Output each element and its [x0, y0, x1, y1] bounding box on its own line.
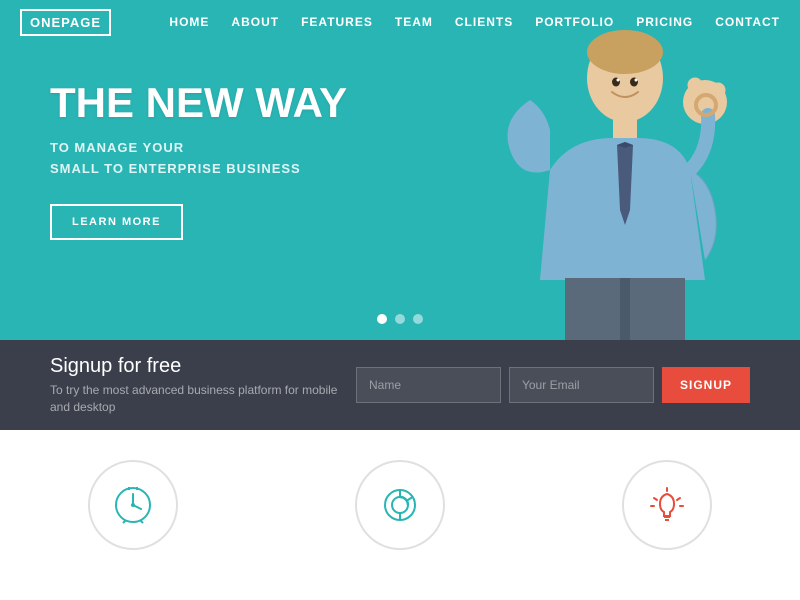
person-svg [470, 30, 730, 340]
hero-section: ONEPAGE HOME ABOUT FEATURES TEAM CLIENTS… [0, 0, 800, 340]
navbar: ONEPAGE HOME ABOUT FEATURES TEAM CLIENTS… [0, 0, 800, 44]
dot-2[interactable] [395, 314, 405, 324]
feature-item-pie [310, 460, 490, 550]
signup-form: SIGNUP [356, 367, 750, 403]
pie-icon-circle [355, 460, 445, 550]
signup-section: Signup for free To try the most advanced… [0, 340, 800, 430]
dot-1[interactable] [377, 314, 387, 324]
clock-icon [112, 484, 154, 526]
nav-about[interactable]: ABOUT [231, 15, 279, 29]
lightbulb-icon [646, 484, 688, 526]
signup-button[interactable]: SIGNUP [662, 367, 750, 403]
logo-one: ONE [30, 15, 61, 30]
nav-team[interactable]: TEAM [395, 15, 433, 29]
nav-contact[interactable]: CONTACT [715, 15, 780, 29]
signup-email-input[interactable] [509, 367, 654, 403]
nav-features[interactable]: FEATURES [301, 15, 373, 29]
signup-name-input[interactable] [356, 367, 501, 403]
nav-links: HOME ABOUT FEATURES TEAM CLIENTS PORTFOL… [169, 15, 780, 29]
nav-clients[interactable]: CLIENTS [455, 15, 513, 29]
pie-chart-icon [379, 484, 421, 526]
features-section [0, 430, 800, 596]
slider-dots [377, 314, 423, 324]
logo[interactable]: ONEPAGE [20, 9, 111, 36]
clock-icon-circle [88, 460, 178, 550]
signup-text: Signup for free To try the most advanced… [50, 355, 356, 416]
signup-description: To try the most advanced business platfo… [50, 382, 356, 416]
hero-person-illustration [460, 20, 740, 340]
hero-subtitle: TO MANAGE YOUR SMALL TO ENTERPRISE BUSIN… [50, 138, 347, 180]
bulb-icon-circle [622, 460, 712, 550]
feature-item-bulb [577, 460, 757, 550]
signup-title: Signup for free [50, 355, 356, 378]
nav-home[interactable]: HOME [169, 15, 209, 29]
feature-item-clock [43, 460, 223, 550]
hero-content: THE NEW WAY TO MANAGE YOUR SMALL TO ENTE… [50, 80, 347, 240]
hero-title: THE NEW WAY [50, 80, 347, 126]
nav-pricing[interactable]: PRICING [636, 15, 693, 29]
learn-more-button[interactable]: LEARN MORE [50, 204, 183, 240]
logo-page: PAGE [61, 15, 101, 30]
nav-portfolio[interactable]: PORTFOLIO [535, 15, 614, 29]
dot-3[interactable] [413, 314, 423, 324]
